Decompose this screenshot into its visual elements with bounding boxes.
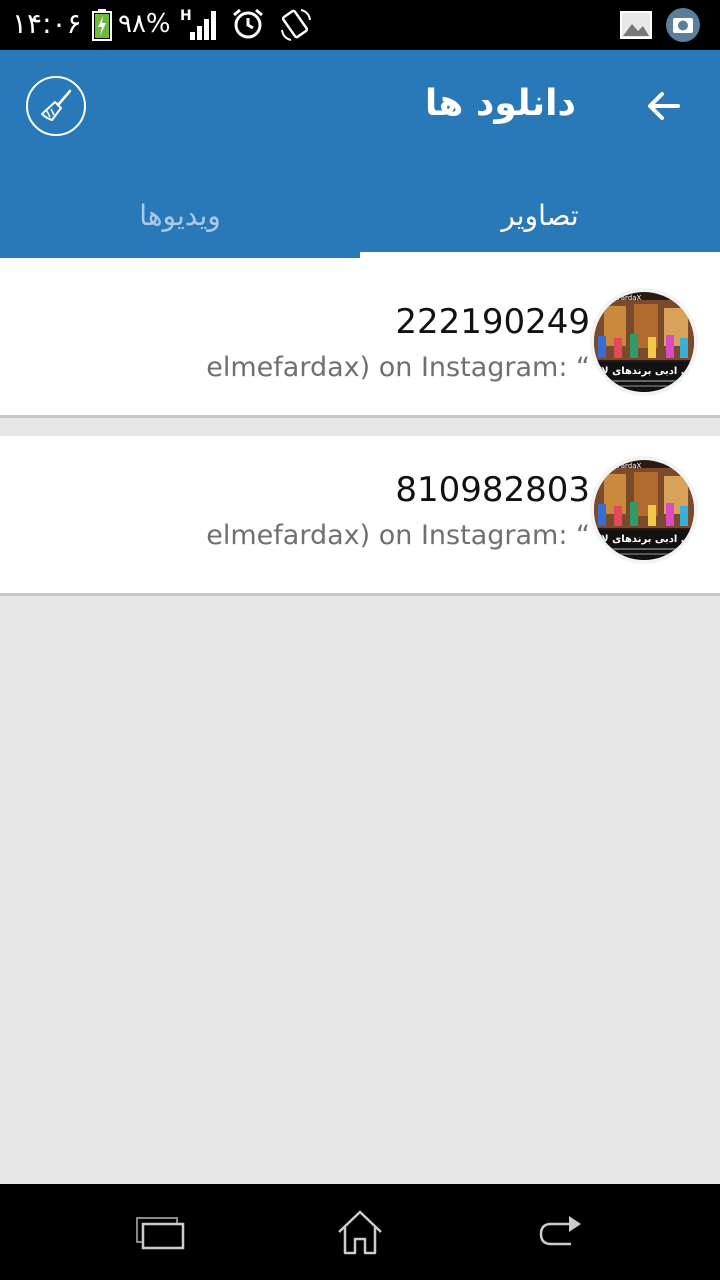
tab-videos-label: ویدیوها xyxy=(139,198,221,232)
rotate-icon xyxy=(281,9,311,41)
back-button[interactable] xyxy=(640,82,688,130)
list-item[interactable]: elmeFardaX ی ادبی برندهای لاکشری 2221902… xyxy=(0,258,720,418)
thumbnail-brand: elmeFardaX xyxy=(600,462,642,470)
home-icon xyxy=(338,1210,382,1255)
recent-apps-button[interactable] xyxy=(130,1204,190,1260)
thumbnail-caption: ی ادبی برندهای لاکشری xyxy=(594,366,690,377)
tab-images-label: تصاویر xyxy=(501,198,579,232)
item-title: 810982803 xyxy=(395,470,590,510)
signal-icon: H xyxy=(180,8,216,40)
back-nav-button[interactable] xyxy=(530,1204,590,1260)
battery-charging-icon xyxy=(92,9,112,41)
list-item[interactable]: elmeFardaX ی ادبی برندهای لاکشری 8109828… xyxy=(0,436,720,596)
alarm-icon xyxy=(233,8,263,39)
thumbnail-picture: elmeFardaX ی ادبی برندهای لاکشری xyxy=(594,460,694,560)
thumbnail-image: elmeFardaX ی ادبی برندهای لاکشری xyxy=(590,456,698,564)
navigation-bar xyxy=(0,1184,720,1280)
tab-images[interactable]: تصاویر xyxy=(360,172,720,258)
status-time: ۱۴:۰۶ xyxy=(12,7,82,40)
thumbnail-image: elmeFardaX ی ادبی برندهای لاکشری xyxy=(590,288,698,396)
camera-icon xyxy=(666,8,700,42)
gallery-icon xyxy=(620,11,652,39)
broom-icon xyxy=(41,89,72,121)
thumbnail-caption: ی ادبی برندهای لاکشری xyxy=(594,534,690,545)
back-icon xyxy=(539,1216,581,1246)
recent-apps-icon xyxy=(136,1217,185,1250)
app-bar: دانلود ها تصاویر ویدیوها xyxy=(0,50,720,258)
item-title: 222190249 xyxy=(395,302,590,342)
clear-downloads-button[interactable] xyxy=(26,76,86,136)
status-bar: ۱۴:۰۶ ۹۸% H xyxy=(0,0,720,50)
item-subtitle: elmefardax) on Instagram: “ xyxy=(206,352,590,383)
page-title: دانلود ها xyxy=(424,83,576,124)
thumbnail-picture: elmeFardaX ی ادبی برندهای لاکشری xyxy=(594,292,694,392)
item-subtitle: elmefardax) on Instagram: “ xyxy=(206,520,590,551)
tab-videos[interactable]: ویدیوها xyxy=(0,172,360,258)
network-type: H xyxy=(180,8,192,24)
battery-percent: ۹۸% xyxy=(118,9,171,39)
arrow-right-icon xyxy=(648,92,680,120)
thumbnail-brand: elmeFardaX xyxy=(600,294,642,302)
home-button[interactable] xyxy=(330,1204,390,1260)
